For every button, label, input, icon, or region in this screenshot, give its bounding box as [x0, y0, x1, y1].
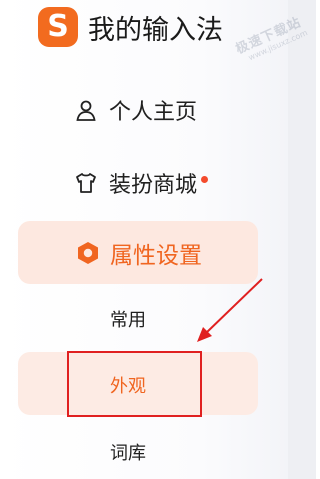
sub-item-common[interactable]: 常用 [110, 306, 146, 332]
nav-item-mall-label: 装扮商城 [109, 173, 198, 198]
nav-item-profile-label: 个人主页 [109, 100, 198, 125]
content-pane-edge [288, 0, 316, 479]
sub-item-dictionary[interactable]: 词库 [110, 439, 146, 465]
tshirt-icon [73, 170, 99, 196]
section-attr-label: 属性设置 [110, 242, 202, 269]
nav-item-mall[interactable]: 装扮商城 [73, 163, 209, 203]
nav-section-attribute-settings[interactable]: 属性设置 [18, 221, 258, 284]
notification-dot [201, 175, 209, 183]
sogou-logo-icon: S [38, 7, 78, 47]
hexagon-settings-icon [74, 239, 102, 267]
user-icon [73, 97, 99, 123]
app-header: S 我的输入法 [38, 7, 223, 47]
annotation-highlight-box [67, 351, 202, 417]
nav-item-profile[interactable]: 个人主页 [73, 90, 197, 130]
app-title: 我的输入法 [88, 14, 223, 46]
logo-glyph: S [47, 9, 69, 44]
